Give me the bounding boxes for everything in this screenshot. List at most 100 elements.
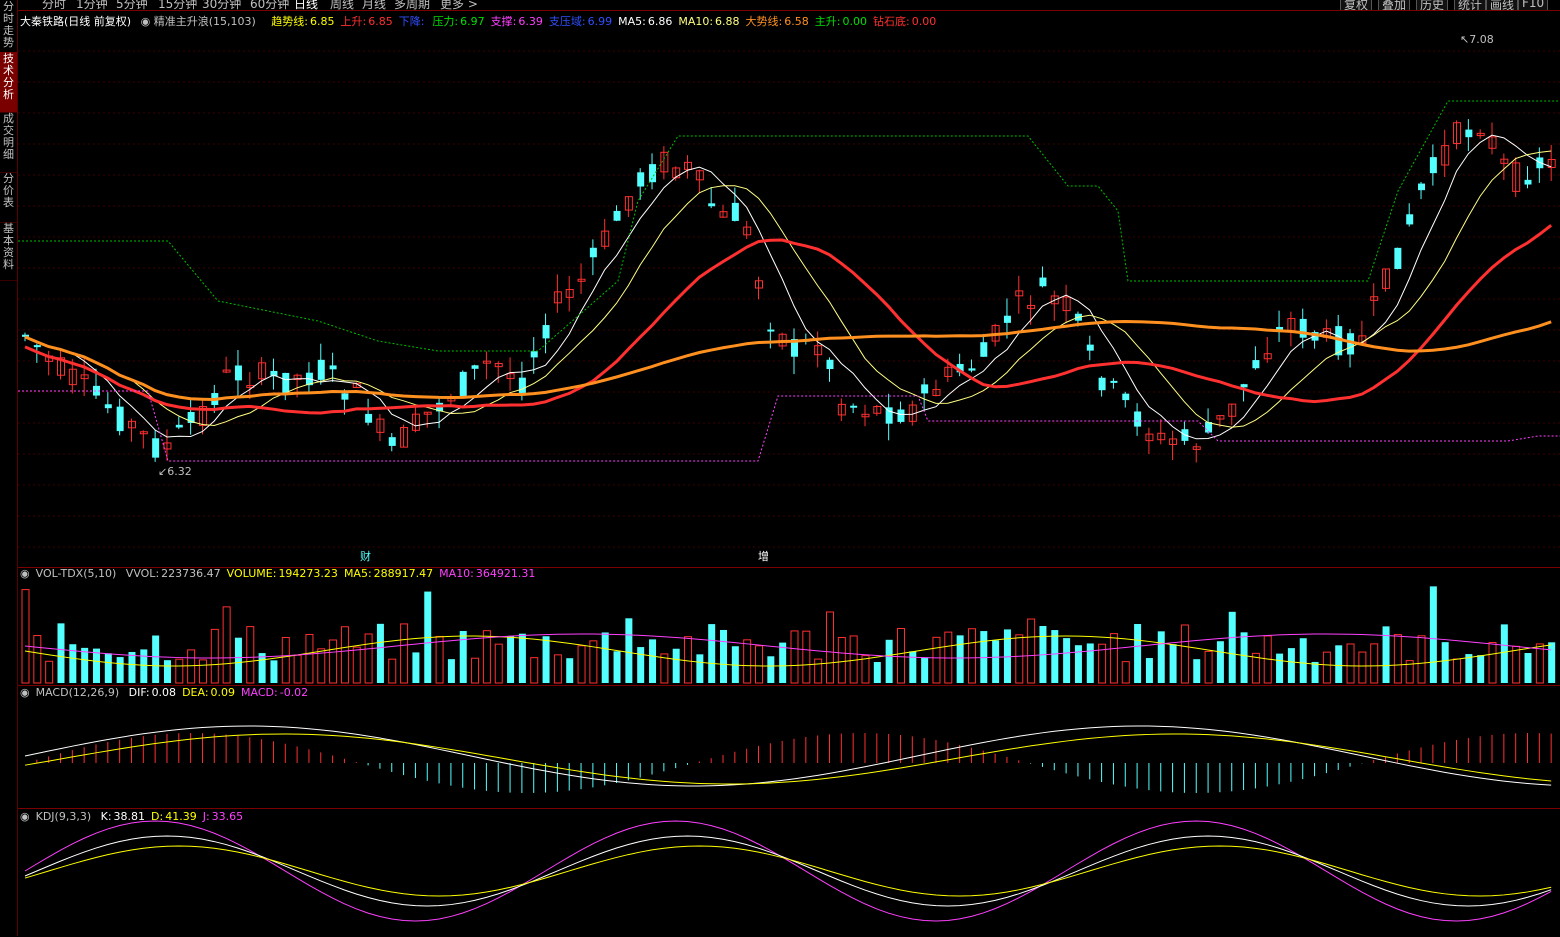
candle-body — [518, 377, 526, 393]
volume-bar — [1524, 653, 1532, 683]
volume-bar — [187, 649, 196, 684]
volume-bar — [1015, 634, 1024, 684]
volume-bar — [1287, 648, 1295, 683]
volume-bar — [956, 635, 964, 683]
period-tab-1[interactable]: 1分钟 — [76, 0, 108, 10]
volume-bar — [281, 637, 290, 684]
pressure-line — [18, 100, 1560, 352]
sidebar-tab-1[interactable]: 技术分析 — [0, 52, 17, 113]
volume-bar — [1488, 641, 1497, 684]
period-tab-10[interactable]: 更多 > — [440, 0, 478, 10]
candle-body — [1465, 129, 1473, 138]
period-tab-2[interactable]: 5分钟 — [116, 0, 148, 10]
volume-bar — [1346, 643, 1355, 684]
period-tab-8[interactable]: 月线 — [362, 0, 386, 10]
volume-bar — [352, 646, 361, 684]
volume-bar — [1157, 631, 1165, 683]
candle-body — [152, 438, 160, 458]
volume-bar — [1228, 611, 1236, 683]
volume-bar — [507, 635, 515, 683]
candle-body — [388, 437, 396, 446]
sidebar-tab-2[interactable]: 成交明细 — [0, 112, 17, 173]
volume-bar — [649, 639, 657, 683]
toolbar-button-1[interactable]: 叠加 — [1378, 0, 1411, 10]
volume-bar — [672, 648, 680, 683]
period-tab-9[interactable]: 多周期 — [394, 0, 430, 10]
volume-bar — [1382, 626, 1390, 683]
volume-bar — [92, 648, 100, 683]
volume-bar — [743, 639, 752, 684]
volume-bar — [1193, 659, 1201, 683]
toolbar-button-2[interactable]: 历史 — [1416, 0, 1449, 10]
chart-area: 大秦铁路(日线 前复权) ◉ 精准主升浪(15,103) 趋势线: 6.85 上升:… — [18, 10, 1560, 937]
kdj-j-line — [24, 820, 1552, 922]
volume-bar — [412, 652, 420, 683]
candle-body — [921, 384, 929, 394]
volume-bar — [625, 618, 633, 683]
volume-bar — [33, 635, 42, 684]
sidebar-tab-4[interactable]: 基本资料 — [0, 222, 17, 281]
volume-bar — [553, 654, 562, 684]
volume-bar — [684, 636, 693, 684]
volume-bar — [198, 659, 207, 684]
candle-body — [1418, 183, 1426, 191]
toolbar-button-0[interactable]: 复权 — [1340, 0, 1373, 10]
volume-bar — [104, 653, 112, 683]
volume-bar — [1322, 651, 1331, 684]
ma5-line — [24, 134, 1552, 440]
volume-bar — [258, 653, 266, 683]
volume-bar — [577, 645, 586, 684]
volume-bar — [482, 630, 491, 684]
volume-bar — [140, 649, 148, 683]
candle-body — [341, 393, 349, 400]
candle-body — [1429, 157, 1437, 174]
toolbar-button-4[interactable]: 画线 — [1486, 0, 1519, 10]
volume-bar — [992, 640, 1000, 683]
volume-bar — [1429, 586, 1437, 683]
volume-bar — [1074, 645, 1082, 683]
volume-bar — [471, 657, 480, 684]
candle-body — [1003, 315, 1011, 323]
volume-bar — [1393, 634, 1402, 684]
period-tab-4[interactable]: 30分钟 — [202, 0, 241, 10]
volume-bar — [175, 658, 184, 684]
candle-body — [1252, 360, 1260, 369]
high-price-label: ↖7.08 — [1460, 33, 1494, 46]
volume-bar — [1027, 618, 1036, 684]
volume-bar — [873, 662, 881, 683]
candle-body — [968, 368, 976, 371]
candle-body — [850, 405, 858, 408]
volume-bar — [1500, 624, 1508, 683]
volume-bar — [601, 632, 609, 683]
sidebar: 分时走势 技术分析 成交明细 分价表 基本资料 — [0, 0, 18, 936]
volume-bar — [329, 639, 338, 684]
period-tab-5[interactable]: 60分钟 — [250, 0, 289, 10]
candle-body — [234, 365, 242, 381]
volume-bar — [1134, 624, 1142, 683]
candle-body — [1240, 384, 1248, 388]
period-tab-0[interactable]: 分时 — [42, 0, 66, 10]
sidebar-tab-0[interactable]: 分时走势 — [0, 0, 17, 53]
volume-bar — [802, 630, 811, 684]
period-tab-6[interactable]: 日线 — [294, 0, 318, 10]
period-tab-7[interactable]: 周线 — [330, 0, 354, 10]
volume-bar — [921, 657, 929, 683]
volume-bar — [1358, 651, 1367, 684]
volume-bar — [1417, 635, 1426, 684]
volume-bar — [518, 633, 526, 683]
toolbar-button-3[interactable]: 统计 — [1454, 0, 1487, 10]
kdj-k-line — [24, 835, 1552, 907]
candle-body — [1134, 411, 1142, 427]
volume-bar — [1370, 643, 1379, 684]
chart-canvas[interactable]: ↖7.08 ↙6.32 财 增 — [18, 11, 1560, 937]
candle-body — [897, 409, 905, 422]
period-tab-3[interactable]: 15分钟 — [158, 0, 197, 10]
candle-body — [175, 424, 183, 428]
toolbar-button-5[interactable]: F10 — [1518, 0, 1549, 10]
candle-body — [731, 202, 739, 221]
volume-bar — [1453, 658, 1462, 684]
volume-bar — [1204, 650, 1213, 684]
sidebar-tab-3[interactable]: 分价表 — [0, 172, 17, 223]
volume-bar — [116, 657, 124, 683]
volume-bar — [825, 611, 834, 684]
